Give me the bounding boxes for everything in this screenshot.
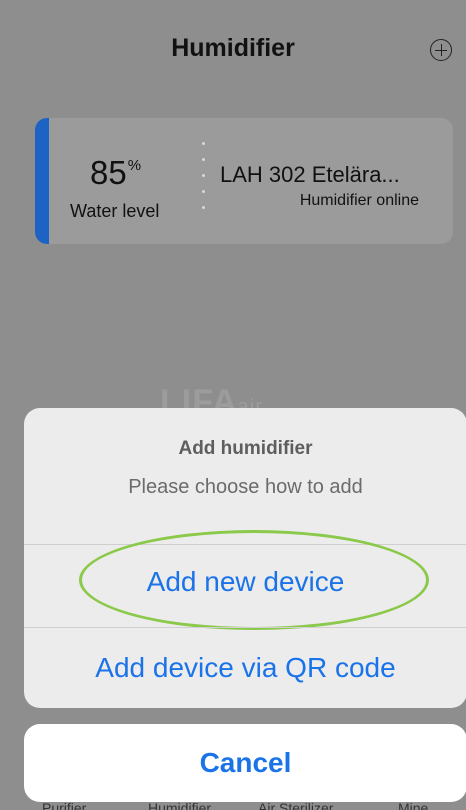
water-level-number: 85 (90, 154, 127, 191)
divider (24, 627, 466, 628)
dotted-separator (202, 142, 206, 222)
device-status: Humidifier online (299, 192, 419, 209)
plus-circle-icon[interactable] (430, 39, 452, 61)
cancel-button[interactable]: Cancel (24, 724, 466, 802)
water-level-label: Water level (70, 201, 160, 221)
device-card[interactable]: 85% Water level LAH 302 Etelära... Humid… (35, 118, 453, 244)
water-level-unit: % (127, 157, 142, 174)
action-sheet-message: Please choose how to add (128, 476, 363, 498)
page-title: Humidifier (171, 34, 295, 62)
action-sheet: Add humidifier Please choose how to add … (24, 408, 466, 708)
action-sheet-title: Add humidifier (178, 438, 313, 459)
device-card-accent (35, 118, 49, 244)
add-new-device-button[interactable]: Add new device (24, 566, 466, 598)
water-level-value: 85% (90, 154, 141, 192)
device-name: LAH 302 Etelära... (220, 162, 400, 187)
add-device-qr-button[interactable]: Add device via QR code (24, 652, 466, 684)
